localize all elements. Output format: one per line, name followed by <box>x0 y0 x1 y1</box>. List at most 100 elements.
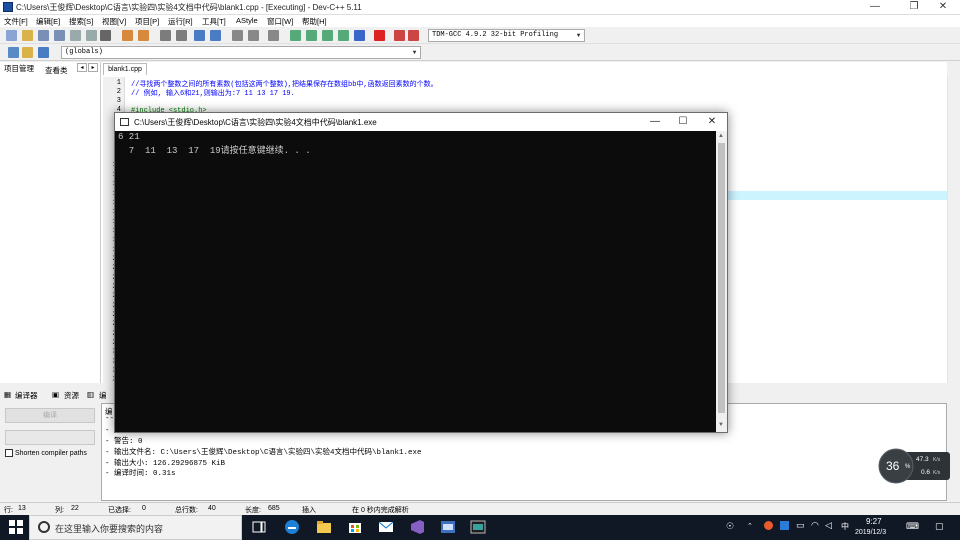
tab-compiler[interactable]: 编译器 <box>15 390 38 401</box>
compile-button[interactable]: 编译 <box>5 408 95 423</box>
menu-file[interactable]: 文件[F] <box>4 16 28 27</box>
syntax-check-icon[interactable] <box>354 30 365 41</box>
mail-icon[interactable] <box>378 519 394 535</box>
shorten-paths-option[interactable]: Shorten compiler paths <box>5 449 87 457</box>
status-sel-label: 已选择: <box>108 507 131 514</box>
indent-icon[interactable] <box>248 30 259 41</box>
tab-scroll-left-icon[interactable]: ◂ <box>77 63 87 72</box>
profile-chart-icon[interactable] <box>394 30 405 41</box>
console-scrollbar[interactable]: ▲ ▼ <box>716 131 727 432</box>
input-tray-icon[interactable]: ⌨ <box>906 521 919 532</box>
start-icon[interactable] <box>8 519 24 535</box>
find-icon[interactable] <box>160 30 171 41</box>
clock-date[interactable]: 2019/12/3 <box>855 529 886 536</box>
menu-help[interactable]: 帮助[H] <box>302 16 327 27</box>
replace-icon[interactable] <box>176 30 187 41</box>
project-panel: 项目管理 查看类 ◂ ▸ <box>0 62 101 383</box>
menu-tools[interactable]: 工具[T] <box>202 16 226 27</box>
title-bar: C:\Users\王俊辉\Desktop\C语言\实验四\实验4文档中代码\bl… <box>0 0 960 15</box>
bookmark-icon[interactable] <box>210 30 221 41</box>
console-close-button[interactable]: ✕ <box>698 115 726 129</box>
close-all-icon[interactable] <box>86 30 97 41</box>
scope-select[interactable]: (globals) ▼ <box>61 46 421 59</box>
notification-icon[interactable]: ▢ <box>935 521 944 532</box>
shorten-paths-checkbox[interactable] <box>5 449 13 457</box>
save-icon[interactable] <box>38 30 49 41</box>
compile-run-icon[interactable] <box>322 30 333 41</box>
security-tray-icon[interactable] <box>780 521 789 530</box>
delete-profile-icon[interactable] <box>408 30 419 41</box>
print-icon[interactable] <box>100 30 111 41</box>
menu-bar: 文件[F] 编辑[E] 搜索[S] 视图[V] 项目[P] 运行[R] 工具[T… <box>0 15 960 27</box>
menu-edit[interactable]: 编辑[E] <box>36 16 60 27</box>
status-total: 40 <box>208 505 216 512</box>
task-view-icon[interactable] <box>251 519 267 535</box>
minimize-button[interactable]: — <box>858 0 892 15</box>
scroll-down-icon[interactable]: ▼ <box>718 422 724 428</box>
console-taskbar-icon[interactable] <box>470 519 486 535</box>
scroll-thumb[interactable] <box>718 143 725 413</box>
devcpp-app-icon <box>3 2 13 12</box>
visual-studio-icon[interactable] <box>409 519 425 535</box>
rebuild-icon[interactable] <box>338 30 349 41</box>
undo-icon[interactable] <box>122 30 133 41</box>
tab-compile-log[interactable]: 编 <box>99 390 107 401</box>
tab-class-browser[interactable]: 查看类 <box>45 65 68 76</box>
close-file-icon[interactable] <box>70 30 81 41</box>
redo-icon[interactable] <box>138 30 149 41</box>
line-number: 3 <box>116 97 121 105</box>
file-tab[interactable]: blank1.cpp <box>103 63 147 75</box>
menu-search[interactable]: 搜索[S] <box>69 16 93 27</box>
menu-project[interactable]: 项目[P] <box>135 16 159 27</box>
log-line: -- <box>105 415 115 423</box>
goto-definition-icon[interactable] <box>38 47 49 58</box>
compiler-select[interactable]: TDM-GCC 4.9.2 32-bit Profiling ▼ <box>428 29 585 42</box>
current-line-highlight <box>726 191 947 200</box>
tab-resources[interactable]: 资源 <box>64 390 79 401</box>
close-button[interactable]: ✕ <box>926 0 960 15</box>
devcpp-taskbar-icon[interactable] <box>440 519 456 535</box>
taskbar-search-box[interactable]: 在这里输入你要搜索的内容 <box>29 515 242 540</box>
app-tray-icon[interactable] <box>764 521 773 530</box>
unindent-icon[interactable] <box>232 30 243 41</box>
menu-astyle[interactable]: AStyle <box>236 16 258 25</box>
goto-line-icon[interactable] <box>194 30 205 41</box>
console-app-icon <box>120 118 129 126</box>
status-len-label: 长度: <box>245 507 261 514</box>
file-explorer-icon[interactable] <box>316 519 332 535</box>
insert-icon[interactable] <box>8 47 19 58</box>
menu-view[interactable]: 视图[V] <box>102 16 126 27</box>
people-icon[interactable]: ☉ <box>726 521 734 532</box>
window-title: C:\Users\王俊辉\Desktop\C语言\实验四\实验4文档中代码\bl… <box>16 3 362 12</box>
wifi-icon[interactable]: ◠ <box>811 520 819 531</box>
chevron-up-icon[interactable]: ⌃ <box>747 522 753 530</box>
new-file-icon[interactable] <box>6 30 17 41</box>
menu-window[interactable]: 窗口[W] <box>267 16 293 27</box>
tab-project-manager[interactable]: 项目管理 <box>4 63 34 74</box>
store-icon[interactable] <box>347 519 363 535</box>
console-minimize-button[interactable]: — <box>641 115 669 129</box>
console-maximize-button[interactable]: ☐ <box>669 115 697 129</box>
stop-execution-icon[interactable] <box>374 30 385 41</box>
ime-indicator[interactable]: 中 <box>841 521 849 532</box>
console-output[interactable]: 6 21 7 11 13 17 19请按任意键继续. . . <box>115 131 716 432</box>
menu-run[interactable]: 运行[R] <box>168 16 193 27</box>
run-icon[interactable] <box>306 30 317 41</box>
console-window[interactable]: C:\Users\王俊辉\Desktop\C语言\实验四\实验4文档中代码\bl… <box>114 112 728 433</box>
toggle-comment-icon[interactable] <box>268 30 279 41</box>
battery-icon[interactable]: ▭ <box>796 520 805 531</box>
compile-icon[interactable] <box>290 30 301 41</box>
scroll-up-icon[interactable]: ▲ <box>718 133 724 139</box>
volume-icon[interactable]: ◁ <box>825 520 832 531</box>
goto-declaration-icon[interactable] <box>22 47 33 58</box>
editor-vertical-scrollbar[interactable] <box>947 76 960 383</box>
clock-time[interactable]: 9:27 <box>866 517 882 526</box>
console-line: 7 11 13 17 19请按任意键继续. . . <box>118 146 311 156</box>
open-icon[interactable] <box>22 30 33 41</box>
tab-scroll-right-icon[interactable]: ▸ <box>88 63 98 72</box>
performance-widget[interactable]: 36 % 47.3 K/s 0.6 K/s <box>878 448 950 484</box>
blank-button[interactable] <box>5 430 95 445</box>
save-all-icon[interactable] <box>54 30 65 41</box>
edge-browser-icon[interactable] <box>284 519 300 535</box>
chevron-down-icon: ▼ <box>412 49 417 56</box>
